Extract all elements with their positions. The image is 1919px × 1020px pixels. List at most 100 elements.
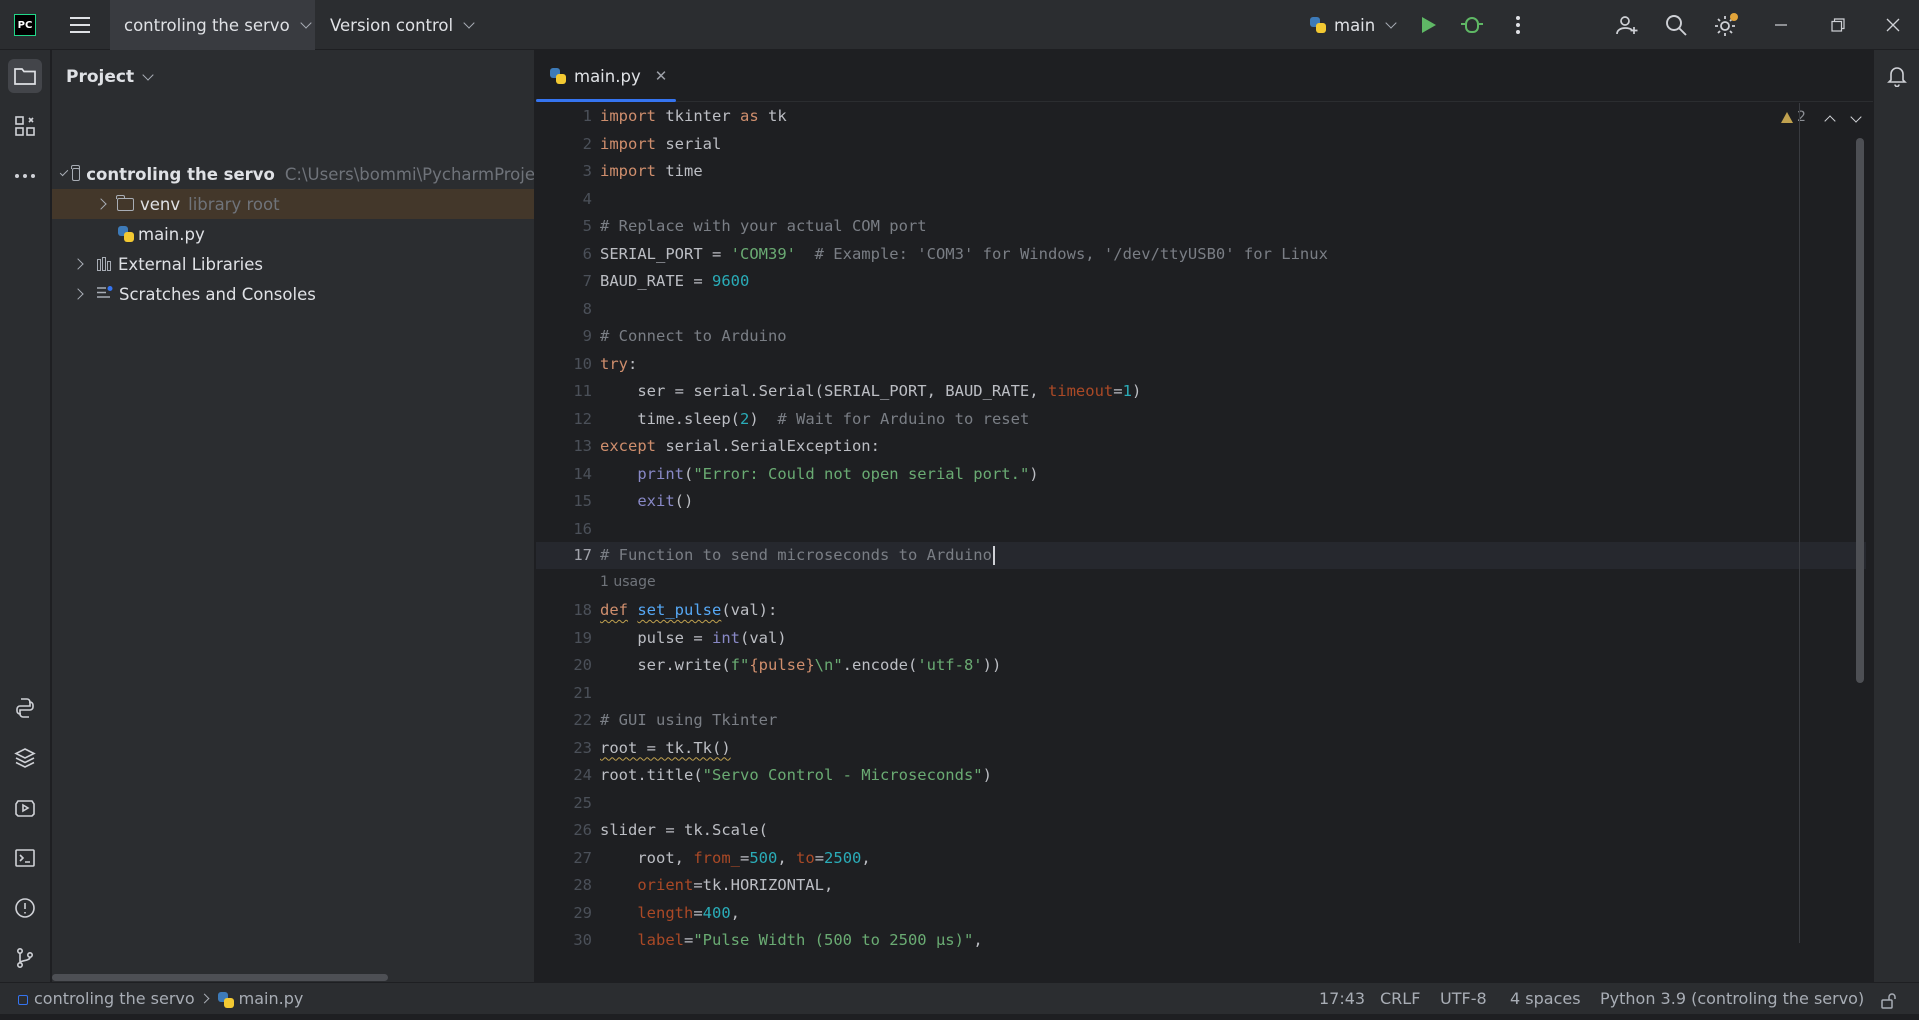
minimize-window-icon[interactable] (1774, 0, 1788, 50)
caret-position[interactable]: 17:43 (1319, 983, 1365, 1014)
tree-item-main-py[interactable]: main.py (52, 219, 534, 249)
code-line: slider = tk.Scale( (600, 821, 768, 839)
version-control-label: Version control (330, 15, 454, 35)
notifications-bell-icon[interactable] (1880, 59, 1914, 93)
text-caret (992, 546, 995, 565)
python-file-icon (217, 991, 234, 1008)
chevron-right-icon (199, 993, 210, 1004)
read-only-lock-icon[interactable] (1880, 989, 1898, 1020)
more-actions-icon[interactable] (1514, 0, 1522, 50)
structure-icon[interactable] (8, 109, 42, 143)
close-window-icon[interactable] (1886, 0, 1900, 50)
tree-item-venv[interactable]: venv library root (52, 189, 534, 219)
line-separator[interactable]: CRLF (1380, 983, 1420, 1014)
code-line: length=400, (637, 903, 741, 922)
previous-highlight-icon[interactable] (1824, 115, 1836, 127)
project-tool-window: Project controling the servo C:\Users\bo… (52, 50, 535, 982)
line-number: 10 (573, 354, 592, 373)
run-configuration-selector[interactable]: main (1310, 0, 1397, 50)
line-number: 16 (573, 519, 592, 538)
line-number: 19 (573, 628, 592, 647)
title-bar: PC controling the servo Version control … (0, 0, 1919, 50)
main-menu-icon[interactable] (68, 0, 92, 50)
chevron-down-icon[interactable] (59, 167, 69, 177)
line-number: 25 (573, 793, 592, 812)
problems-icon[interactable] (8, 891, 42, 925)
chevron-down-icon (463, 16, 475, 29)
terminal-icon[interactable] (8, 841, 42, 875)
tree-item-project-root[interactable]: controling the servo C:\Users\bommi\Pych… (52, 159, 535, 189)
close-tab-icon[interactable]: ✕ (655, 67, 668, 85)
git-icon[interactable] (8, 941, 42, 975)
chevron-down-icon (142, 68, 154, 81)
chevron-right-icon[interactable] (95, 198, 107, 210)
line-number: 3 (582, 162, 592, 180)
line-number: 14 (573, 464, 592, 483)
settings-gear-icon[interactable] (1713, 0, 1739, 50)
line-number: 6 (582, 244, 592, 263)
warning-icon (1781, 111, 1793, 123)
code-line: pulse = int(val) (600, 628, 787, 647)
status-breadcrumb: controling the servo main.py (18, 983, 303, 1014)
line-number: 5 (582, 217, 592, 235)
line-number: 8 (582, 299, 592, 318)
tree-item-external-libraries[interactable]: External Libraries (52, 249, 534, 279)
indent-settings[interactable]: 4 spaces (1510, 983, 1581, 1014)
next-highlight-icon[interactable] (1850, 111, 1862, 123)
library-root-hint: library root (188, 194, 280, 214)
code-line: BAUD_RATE = 9600 (600, 272, 750, 290)
editor-tab-bar: main.py ✕ (536, 50, 1919, 102)
debug-icon[interactable] (1461, 0, 1483, 50)
project-panel-title[interactable]: Project (66, 67, 154, 87)
inspection-warnings-widget[interactable]: 2 (1781, 109, 1806, 125)
usages-inlay-hint[interactable]: 1 usage (600, 569, 656, 595)
scratches-icon (96, 285, 113, 304)
project-switcher[interactable]: controling the servo (110, 0, 315, 50)
restore-window-icon[interactable] (1831, 0, 1845, 50)
right-margin-guide (1799, 103, 1800, 943)
run-icon[interactable] (1422, 0, 1436, 50)
module-icon (18, 994, 28, 1005)
code-line: exit() (637, 492, 694, 510)
breadcrumb-project[interactable]: controling the servo (34, 989, 195, 1008)
project-folder-icon[interactable] (8, 59, 42, 93)
project-panel-scrollbar[interactable] (52, 972, 534, 982)
tab-label: main.py (574, 66, 641, 86)
python-file-icon (550, 68, 566, 84)
project-path: C:\Users\bommi\PycharmProje (284, 164, 535, 184)
line-number: 30 (573, 931, 592, 949)
pycharm-logo-icon[interactable]: PC (14, 14, 36, 36)
tree-item-label: controling the servo (86, 164, 275, 184)
line-number: 13 (573, 437, 592, 455)
chevron-right-icon[interactable] (72, 258, 84, 270)
folder-icon (71, 164, 81, 181)
tree-item-scratches[interactable]: Scratches and Consoles (52, 279, 534, 309)
version-control-menu[interactable]: Version control (330, 0, 475, 50)
chevron-right-icon[interactable] (72, 288, 84, 300)
code-line-current: # Function to send microseconds to Ardui… (600, 542, 995, 569)
line-number: 28 (573, 876, 592, 894)
python-interpreter[interactable]: Python 3.9 (controling the servo) (1600, 983, 1864, 1014)
search-icon[interactable] (1664, 0, 1688, 50)
tree-item-label: venv (140, 194, 181, 214)
code-comment: # Connect to Arduino (600, 327, 787, 345)
file-encoding[interactable]: UTF-8 (1440, 983, 1487, 1014)
line-number: 4 (582, 189, 592, 208)
python-console-icon[interactable] (8, 691, 42, 725)
chevron-down-icon (1385, 16, 1397, 29)
python-packages-icon[interactable] (8, 741, 42, 775)
line-number: 11 (573, 382, 592, 400)
more-tools-icon[interactable] (8, 159, 42, 193)
add-user-icon[interactable] (1615, 0, 1639, 50)
services-icon[interactable] (8, 791, 42, 825)
run-configuration-label: main (1334, 15, 1376, 35)
chevron-down-icon (300, 16, 312, 29)
editor-vertical-scrollbar[interactable] (1856, 138, 1864, 683)
code-line: ser.write(f"{pulse}\n".encode('utf-8')) (600, 656, 1002, 674)
line-number: 26 (573, 821, 592, 839)
code-line: except serial.SerialException: (600, 437, 880, 455)
status-bar: controling the servo main.py 17:43 CRLF U… (0, 982, 1919, 1014)
tab-main-py[interactable]: main.py ✕ (550, 50, 667, 102)
code-line: root, from_=500, to=2500, (600, 848, 871, 867)
breadcrumb-file[interactable]: main.py (239, 989, 304, 1008)
